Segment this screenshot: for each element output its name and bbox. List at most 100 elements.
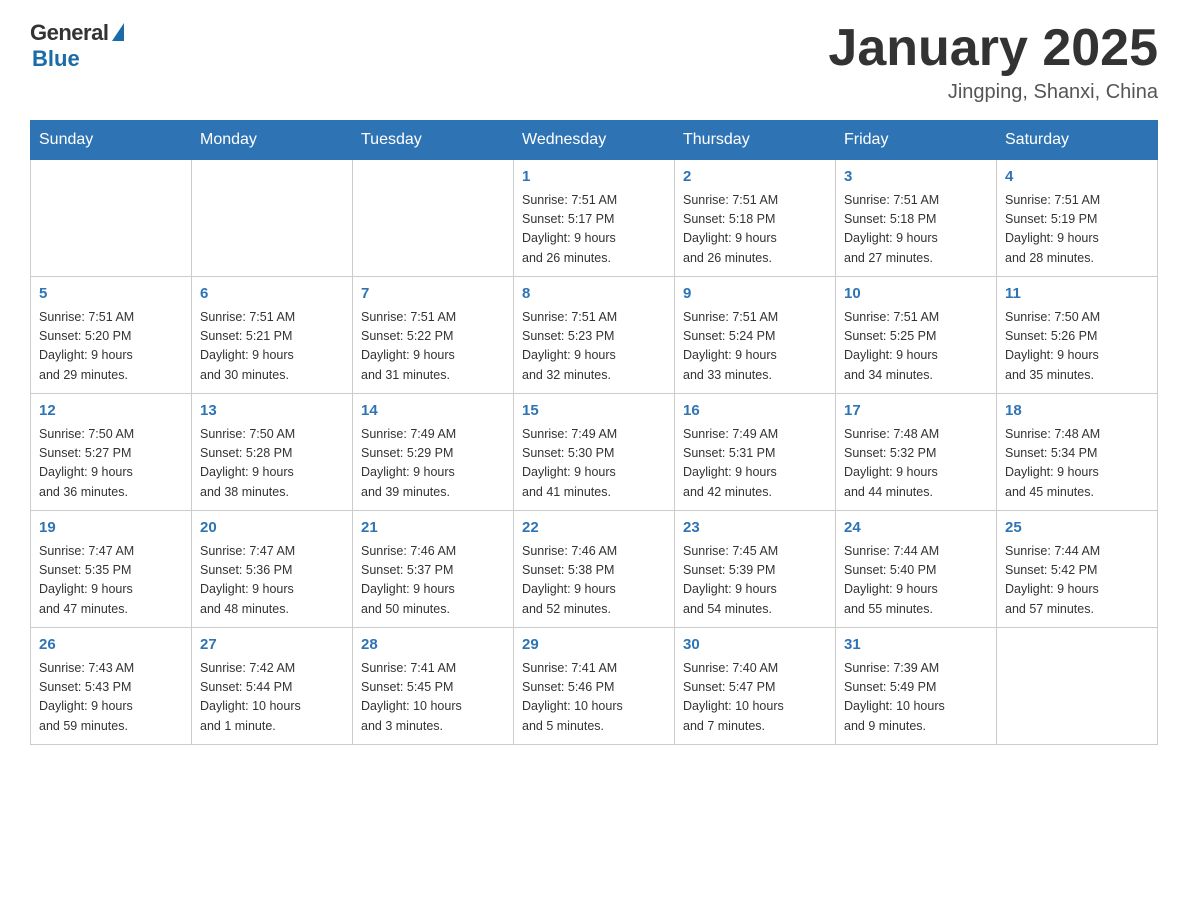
- day-info: Sunrise: 7:44 AM Sunset: 5:42 PM Dayligh…: [1005, 542, 1149, 620]
- day-number: 12: [39, 400, 183, 423]
- calendar-cell: 2Sunrise: 7:51 AM Sunset: 5:18 PM Daylig…: [675, 160, 836, 277]
- day-number: 5: [39, 283, 183, 306]
- calendar-cell: 19Sunrise: 7:47 AM Sunset: 5:35 PM Dayli…: [31, 511, 192, 628]
- calendar-cell: 3Sunrise: 7:51 AM Sunset: 5:18 PM Daylig…: [836, 160, 997, 277]
- day-number: 1: [522, 166, 666, 189]
- day-info: Sunrise: 7:51 AM Sunset: 5:18 PM Dayligh…: [683, 191, 827, 269]
- day-info: Sunrise: 7:40 AM Sunset: 5:47 PM Dayligh…: [683, 659, 827, 737]
- logo-triangle-icon: [112, 23, 124, 41]
- day-number: 13: [200, 400, 344, 423]
- day-of-week-header: Sunday: [31, 121, 192, 160]
- calendar-cell: 18Sunrise: 7:48 AM Sunset: 5:34 PM Dayli…: [997, 394, 1158, 511]
- calendar-cell: 21Sunrise: 7:46 AM Sunset: 5:37 PM Dayli…: [353, 511, 514, 628]
- day-info: Sunrise: 7:48 AM Sunset: 5:32 PM Dayligh…: [844, 425, 988, 503]
- day-info: Sunrise: 7:50 AM Sunset: 5:28 PM Dayligh…: [200, 425, 344, 503]
- calendar-table: SundayMondayTuesdayWednesdayThursdayFrid…: [30, 120, 1158, 745]
- calendar-week-row: 1Sunrise: 7:51 AM Sunset: 5:17 PM Daylig…: [31, 160, 1158, 277]
- calendar-cell: 30Sunrise: 7:40 AM Sunset: 5:47 PM Dayli…: [675, 628, 836, 745]
- calendar-cell: 15Sunrise: 7:49 AM Sunset: 5:30 PM Dayli…: [514, 394, 675, 511]
- day-number: 14: [361, 400, 505, 423]
- day-number: 16: [683, 400, 827, 423]
- month-title: January 2025: [828, 20, 1158, 77]
- day-info: Sunrise: 7:51 AM Sunset: 5:17 PM Dayligh…: [522, 191, 666, 269]
- title-block: January 2025 Jingping, Shanxi, China: [828, 20, 1158, 104]
- day-number: 10: [844, 283, 988, 306]
- day-number: 30: [683, 634, 827, 657]
- day-info: Sunrise: 7:50 AM Sunset: 5:27 PM Dayligh…: [39, 425, 183, 503]
- day-info: Sunrise: 7:46 AM Sunset: 5:38 PM Dayligh…: [522, 542, 666, 620]
- calendar-week-row: 26Sunrise: 7:43 AM Sunset: 5:43 PM Dayli…: [31, 628, 1158, 745]
- day-number: 19: [39, 517, 183, 540]
- day-number: 11: [1005, 283, 1149, 306]
- calendar-cell: 4Sunrise: 7:51 AM Sunset: 5:19 PM Daylig…: [997, 160, 1158, 277]
- calendar-cell: 11Sunrise: 7:50 AM Sunset: 5:26 PM Dayli…: [997, 277, 1158, 394]
- calendar-cell: 26Sunrise: 7:43 AM Sunset: 5:43 PM Dayli…: [31, 628, 192, 745]
- day-number: 23: [683, 517, 827, 540]
- calendar-cell: 31Sunrise: 7:39 AM Sunset: 5:49 PM Dayli…: [836, 628, 997, 745]
- calendar-cell: 23Sunrise: 7:45 AM Sunset: 5:39 PM Dayli…: [675, 511, 836, 628]
- calendar-cell: 1Sunrise: 7:51 AM Sunset: 5:17 PM Daylig…: [514, 160, 675, 277]
- day-info: Sunrise: 7:48 AM Sunset: 5:34 PM Dayligh…: [1005, 425, 1149, 503]
- calendar-cell: 27Sunrise: 7:42 AM Sunset: 5:44 PM Dayli…: [192, 628, 353, 745]
- calendar-cell: 22Sunrise: 7:46 AM Sunset: 5:38 PM Dayli…: [514, 511, 675, 628]
- day-info: Sunrise: 7:42 AM Sunset: 5:44 PM Dayligh…: [200, 659, 344, 737]
- calendar-week-row: 12Sunrise: 7:50 AM Sunset: 5:27 PM Dayli…: [31, 394, 1158, 511]
- calendar-cell: [353, 160, 514, 277]
- day-number: 20: [200, 517, 344, 540]
- calendar-cell: 28Sunrise: 7:41 AM Sunset: 5:45 PM Dayli…: [353, 628, 514, 745]
- day-info: Sunrise: 7:45 AM Sunset: 5:39 PM Dayligh…: [683, 542, 827, 620]
- day-info: Sunrise: 7:47 AM Sunset: 5:35 PM Dayligh…: [39, 542, 183, 620]
- calendar-cell: 13Sunrise: 7:50 AM Sunset: 5:28 PM Dayli…: [192, 394, 353, 511]
- calendar-cell: 12Sunrise: 7:50 AM Sunset: 5:27 PM Dayli…: [31, 394, 192, 511]
- logo-blue-text: Blue: [32, 46, 80, 72]
- day-info: Sunrise: 7:51 AM Sunset: 5:25 PM Dayligh…: [844, 308, 988, 386]
- day-info: Sunrise: 7:44 AM Sunset: 5:40 PM Dayligh…: [844, 542, 988, 620]
- calendar-cell: [997, 628, 1158, 745]
- calendar-cell: 6Sunrise: 7:51 AM Sunset: 5:21 PM Daylig…: [192, 277, 353, 394]
- calendar-week-row: 19Sunrise: 7:47 AM Sunset: 5:35 PM Dayli…: [31, 511, 1158, 628]
- day-number: 3: [844, 166, 988, 189]
- day-info: Sunrise: 7:46 AM Sunset: 5:37 PM Dayligh…: [361, 542, 505, 620]
- day-info: Sunrise: 7:51 AM Sunset: 5:23 PM Dayligh…: [522, 308, 666, 386]
- day-info: Sunrise: 7:50 AM Sunset: 5:26 PM Dayligh…: [1005, 308, 1149, 386]
- logo: General Blue: [30, 20, 124, 72]
- day-info: Sunrise: 7:51 AM Sunset: 5:18 PM Dayligh…: [844, 191, 988, 269]
- day-info: Sunrise: 7:39 AM Sunset: 5:49 PM Dayligh…: [844, 659, 988, 737]
- calendar-cell: 5Sunrise: 7:51 AM Sunset: 5:20 PM Daylig…: [31, 277, 192, 394]
- day-number: 4: [1005, 166, 1149, 189]
- calendar-cell: 20Sunrise: 7:47 AM Sunset: 5:36 PM Dayli…: [192, 511, 353, 628]
- day-number: 7: [361, 283, 505, 306]
- day-number: 6: [200, 283, 344, 306]
- calendar-cell: 25Sunrise: 7:44 AM Sunset: 5:42 PM Dayli…: [997, 511, 1158, 628]
- page-header: General Blue January 2025 Jingping, Shan…: [30, 20, 1158, 104]
- day-info: Sunrise: 7:49 AM Sunset: 5:30 PM Dayligh…: [522, 425, 666, 503]
- day-info: Sunrise: 7:51 AM Sunset: 5:22 PM Dayligh…: [361, 308, 505, 386]
- day-info: Sunrise: 7:51 AM Sunset: 5:20 PM Dayligh…: [39, 308, 183, 386]
- calendar-cell: [31, 160, 192, 277]
- calendar-cell: 14Sunrise: 7:49 AM Sunset: 5:29 PM Dayli…: [353, 394, 514, 511]
- day-number: 2: [683, 166, 827, 189]
- day-of-week-header: Wednesday: [514, 121, 675, 160]
- location-text: Jingping, Shanxi, China: [828, 81, 1158, 104]
- calendar-cell: 8Sunrise: 7:51 AM Sunset: 5:23 PM Daylig…: [514, 277, 675, 394]
- day-number: 29: [522, 634, 666, 657]
- day-number: 28: [361, 634, 505, 657]
- day-info: Sunrise: 7:49 AM Sunset: 5:31 PM Dayligh…: [683, 425, 827, 503]
- day-number: 15: [522, 400, 666, 423]
- calendar-week-row: 5Sunrise: 7:51 AM Sunset: 5:20 PM Daylig…: [31, 277, 1158, 394]
- calendar-header-row: SundayMondayTuesdayWednesdayThursdayFrid…: [31, 121, 1158, 160]
- calendar-cell: 24Sunrise: 7:44 AM Sunset: 5:40 PM Dayli…: [836, 511, 997, 628]
- day-of-week-header: Saturday: [997, 121, 1158, 160]
- day-of-week-header: Monday: [192, 121, 353, 160]
- calendar-cell: 7Sunrise: 7:51 AM Sunset: 5:22 PM Daylig…: [353, 277, 514, 394]
- calendar-cell: 10Sunrise: 7:51 AM Sunset: 5:25 PM Dayli…: [836, 277, 997, 394]
- day-info: Sunrise: 7:51 AM Sunset: 5:19 PM Dayligh…: [1005, 191, 1149, 269]
- calendar-cell: 17Sunrise: 7:48 AM Sunset: 5:32 PM Dayli…: [836, 394, 997, 511]
- day-info: Sunrise: 7:41 AM Sunset: 5:46 PM Dayligh…: [522, 659, 666, 737]
- calendar-cell: 9Sunrise: 7:51 AM Sunset: 5:24 PM Daylig…: [675, 277, 836, 394]
- day-number: 18: [1005, 400, 1149, 423]
- day-number: 21: [361, 517, 505, 540]
- calendar-cell: 29Sunrise: 7:41 AM Sunset: 5:46 PM Dayli…: [514, 628, 675, 745]
- day-number: 17: [844, 400, 988, 423]
- day-of-week-header: Friday: [836, 121, 997, 160]
